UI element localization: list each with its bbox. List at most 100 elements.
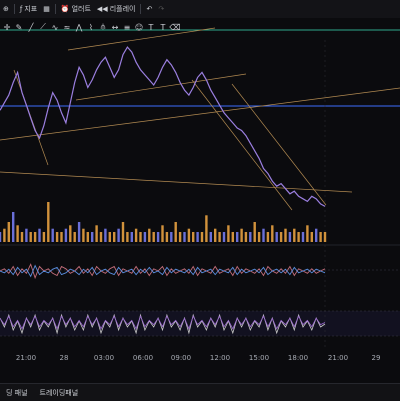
volume-bar bbox=[196, 232, 199, 242]
volume-bar bbox=[29, 232, 32, 242]
toolbar-separator bbox=[13, 4, 15, 14]
volume-bar bbox=[253, 222, 256, 242]
volume-bar bbox=[25, 228, 28, 242]
eraser-icon[interactable]: ⌫ bbox=[169, 22, 180, 32]
volume-bar bbox=[266, 232, 270, 242]
volume-bar bbox=[148, 228, 151, 242]
wave-icon[interactable]: ≈ bbox=[62, 22, 72, 32]
volume-bar bbox=[301, 232, 305, 242]
time-tick: 09:00 bbox=[170, 354, 192, 362]
volume-bar bbox=[249, 232, 252, 242]
volume-bar bbox=[310, 232, 313, 242]
volume-bar bbox=[117, 228, 120, 242]
pitchfork-icon[interactable]: ⫛ bbox=[98, 22, 108, 32]
volume-bar bbox=[170, 232, 173, 242]
volume-bar bbox=[82, 228, 85, 242]
redo-icon[interactable]: ↷ bbox=[155, 5, 167, 13]
toolbar-separator bbox=[140, 4, 142, 14]
volume-bar bbox=[297, 232, 300, 242]
replay-label: 리플레이 bbox=[109, 5, 136, 13]
volume-bar bbox=[108, 232, 111, 242]
volume-bar bbox=[174, 222, 177, 242]
volume-bar bbox=[38, 228, 41, 242]
volume-bar bbox=[77, 222, 81, 242]
volume-bar bbox=[209, 232, 212, 242]
trend-line-icon[interactable]: ╱ bbox=[26, 22, 36, 32]
alert-label: 얼러트 bbox=[71, 5, 91, 13]
volume-bar bbox=[69, 225, 72, 242]
volume-bar bbox=[284, 228, 287, 242]
time-tick: 21:00 bbox=[15, 354, 37, 362]
volume-bar bbox=[55, 232, 59, 242]
bottom-panel-bar: 딩 패널 트레이딩패널 bbox=[0, 383, 400, 401]
volume-bar bbox=[288, 232, 292, 242]
volume-bar bbox=[183, 232, 186, 242]
time-tick: 28 bbox=[59, 354, 69, 362]
volume-bar bbox=[275, 232, 278, 242]
volume-bar bbox=[91, 232, 94, 242]
tab-trading-panel[interactable]: 트레이딩패널 bbox=[34, 388, 85, 398]
chart-canvas[interactable] bbox=[0, 0, 400, 400]
volume-bar bbox=[113, 232, 116, 242]
volume-bar bbox=[161, 225, 164, 242]
volume-bar bbox=[165, 232, 169, 242]
measure-icon[interactable]: ↔ bbox=[110, 22, 120, 32]
volume-bar bbox=[104, 228, 107, 242]
volume-bar bbox=[42, 232, 46, 242]
volume-bar bbox=[214, 228, 217, 242]
fib-icon[interactable]: ≡ bbox=[122, 22, 132, 32]
indicators-button[interactable]: ƒ 지표 bbox=[17, 4, 40, 14]
time-tick: 29 bbox=[371, 354, 381, 362]
volume-bar bbox=[306, 225, 309, 242]
volume-bar bbox=[192, 232, 195, 242]
top-toolbar: ⊕ ƒ 지표 ▦ ⏰ 얼러트 ◀◀ 리플레이 ↶ ↷ bbox=[0, 0, 400, 18]
grid-layout-icon[interactable]: ▦ bbox=[40, 5, 53, 13]
volume-bar bbox=[3, 228, 6, 242]
volume-bar bbox=[7, 222, 10, 242]
replay-button[interactable]: ◀◀ 리플레이 bbox=[94, 4, 139, 14]
pattern-icon[interactable]: ⋀ bbox=[74, 22, 84, 32]
undo-icon[interactable]: ↶ bbox=[143, 5, 155, 13]
volume-bar bbox=[0, 232, 2, 242]
time-tick: 12:00 bbox=[209, 354, 231, 362]
text-icon[interactable]: T bbox=[146, 22, 156, 32]
volume-bar bbox=[178, 232, 182, 242]
text-alt-icon[interactable]: T bbox=[158, 22, 168, 32]
volume-bar bbox=[134, 228, 138, 242]
volume-bar bbox=[60, 232, 63, 242]
time-tick: 21:00 bbox=[327, 354, 349, 362]
volume-bar bbox=[20, 232, 24, 242]
volume-bar bbox=[86, 232, 89, 242]
volume-bar bbox=[12, 212, 15, 242]
volume-bar bbox=[315, 228, 318, 242]
volume-bar bbox=[218, 232, 221, 242]
alert-button[interactable]: ⏰ 얼러트 bbox=[58, 4, 94, 14]
indicators-icon: ƒ bbox=[19, 5, 23, 13]
volume-bar bbox=[240, 228, 243, 242]
volume-bar bbox=[156, 232, 160, 242]
crosshair-icon[interactable]: ✛ bbox=[2, 22, 12, 32]
icon-tool-icon[interactable]: ☺ bbox=[134, 22, 144, 32]
tab-panel-left[interactable]: 딩 패널 bbox=[0, 388, 34, 398]
volume-bar bbox=[200, 232, 204, 242]
replay-icon: ◀◀ bbox=[96, 5, 108, 13]
volume-bar bbox=[262, 228, 265, 242]
volume-bar bbox=[244, 232, 248, 242]
volume-bar bbox=[64, 228, 68, 242]
volume-bar bbox=[51, 228, 54, 242]
volume-bar bbox=[121, 222, 125, 242]
path-icon[interactable]: ∿ bbox=[50, 22, 60, 32]
volume-bar bbox=[257, 232, 261, 242]
brush-icon[interactable]: ✎ bbox=[14, 22, 24, 32]
volume-bar bbox=[231, 232, 234, 242]
volume-bar bbox=[227, 225, 230, 242]
volume-bar bbox=[279, 232, 283, 242]
polyline-icon[interactable]: ⌇ bbox=[86, 22, 96, 32]
time-tick: 06:00 bbox=[132, 354, 154, 362]
volume-bar bbox=[236, 232, 239, 242]
ray-icon[interactable]: ⟋ bbox=[38, 22, 48, 32]
volume-bar bbox=[139, 232, 142, 242]
volume-bar bbox=[323, 232, 327, 242]
add-icon[interactable]: ⊕ bbox=[0, 5, 12, 13]
volume-bar bbox=[47, 202, 50, 242]
